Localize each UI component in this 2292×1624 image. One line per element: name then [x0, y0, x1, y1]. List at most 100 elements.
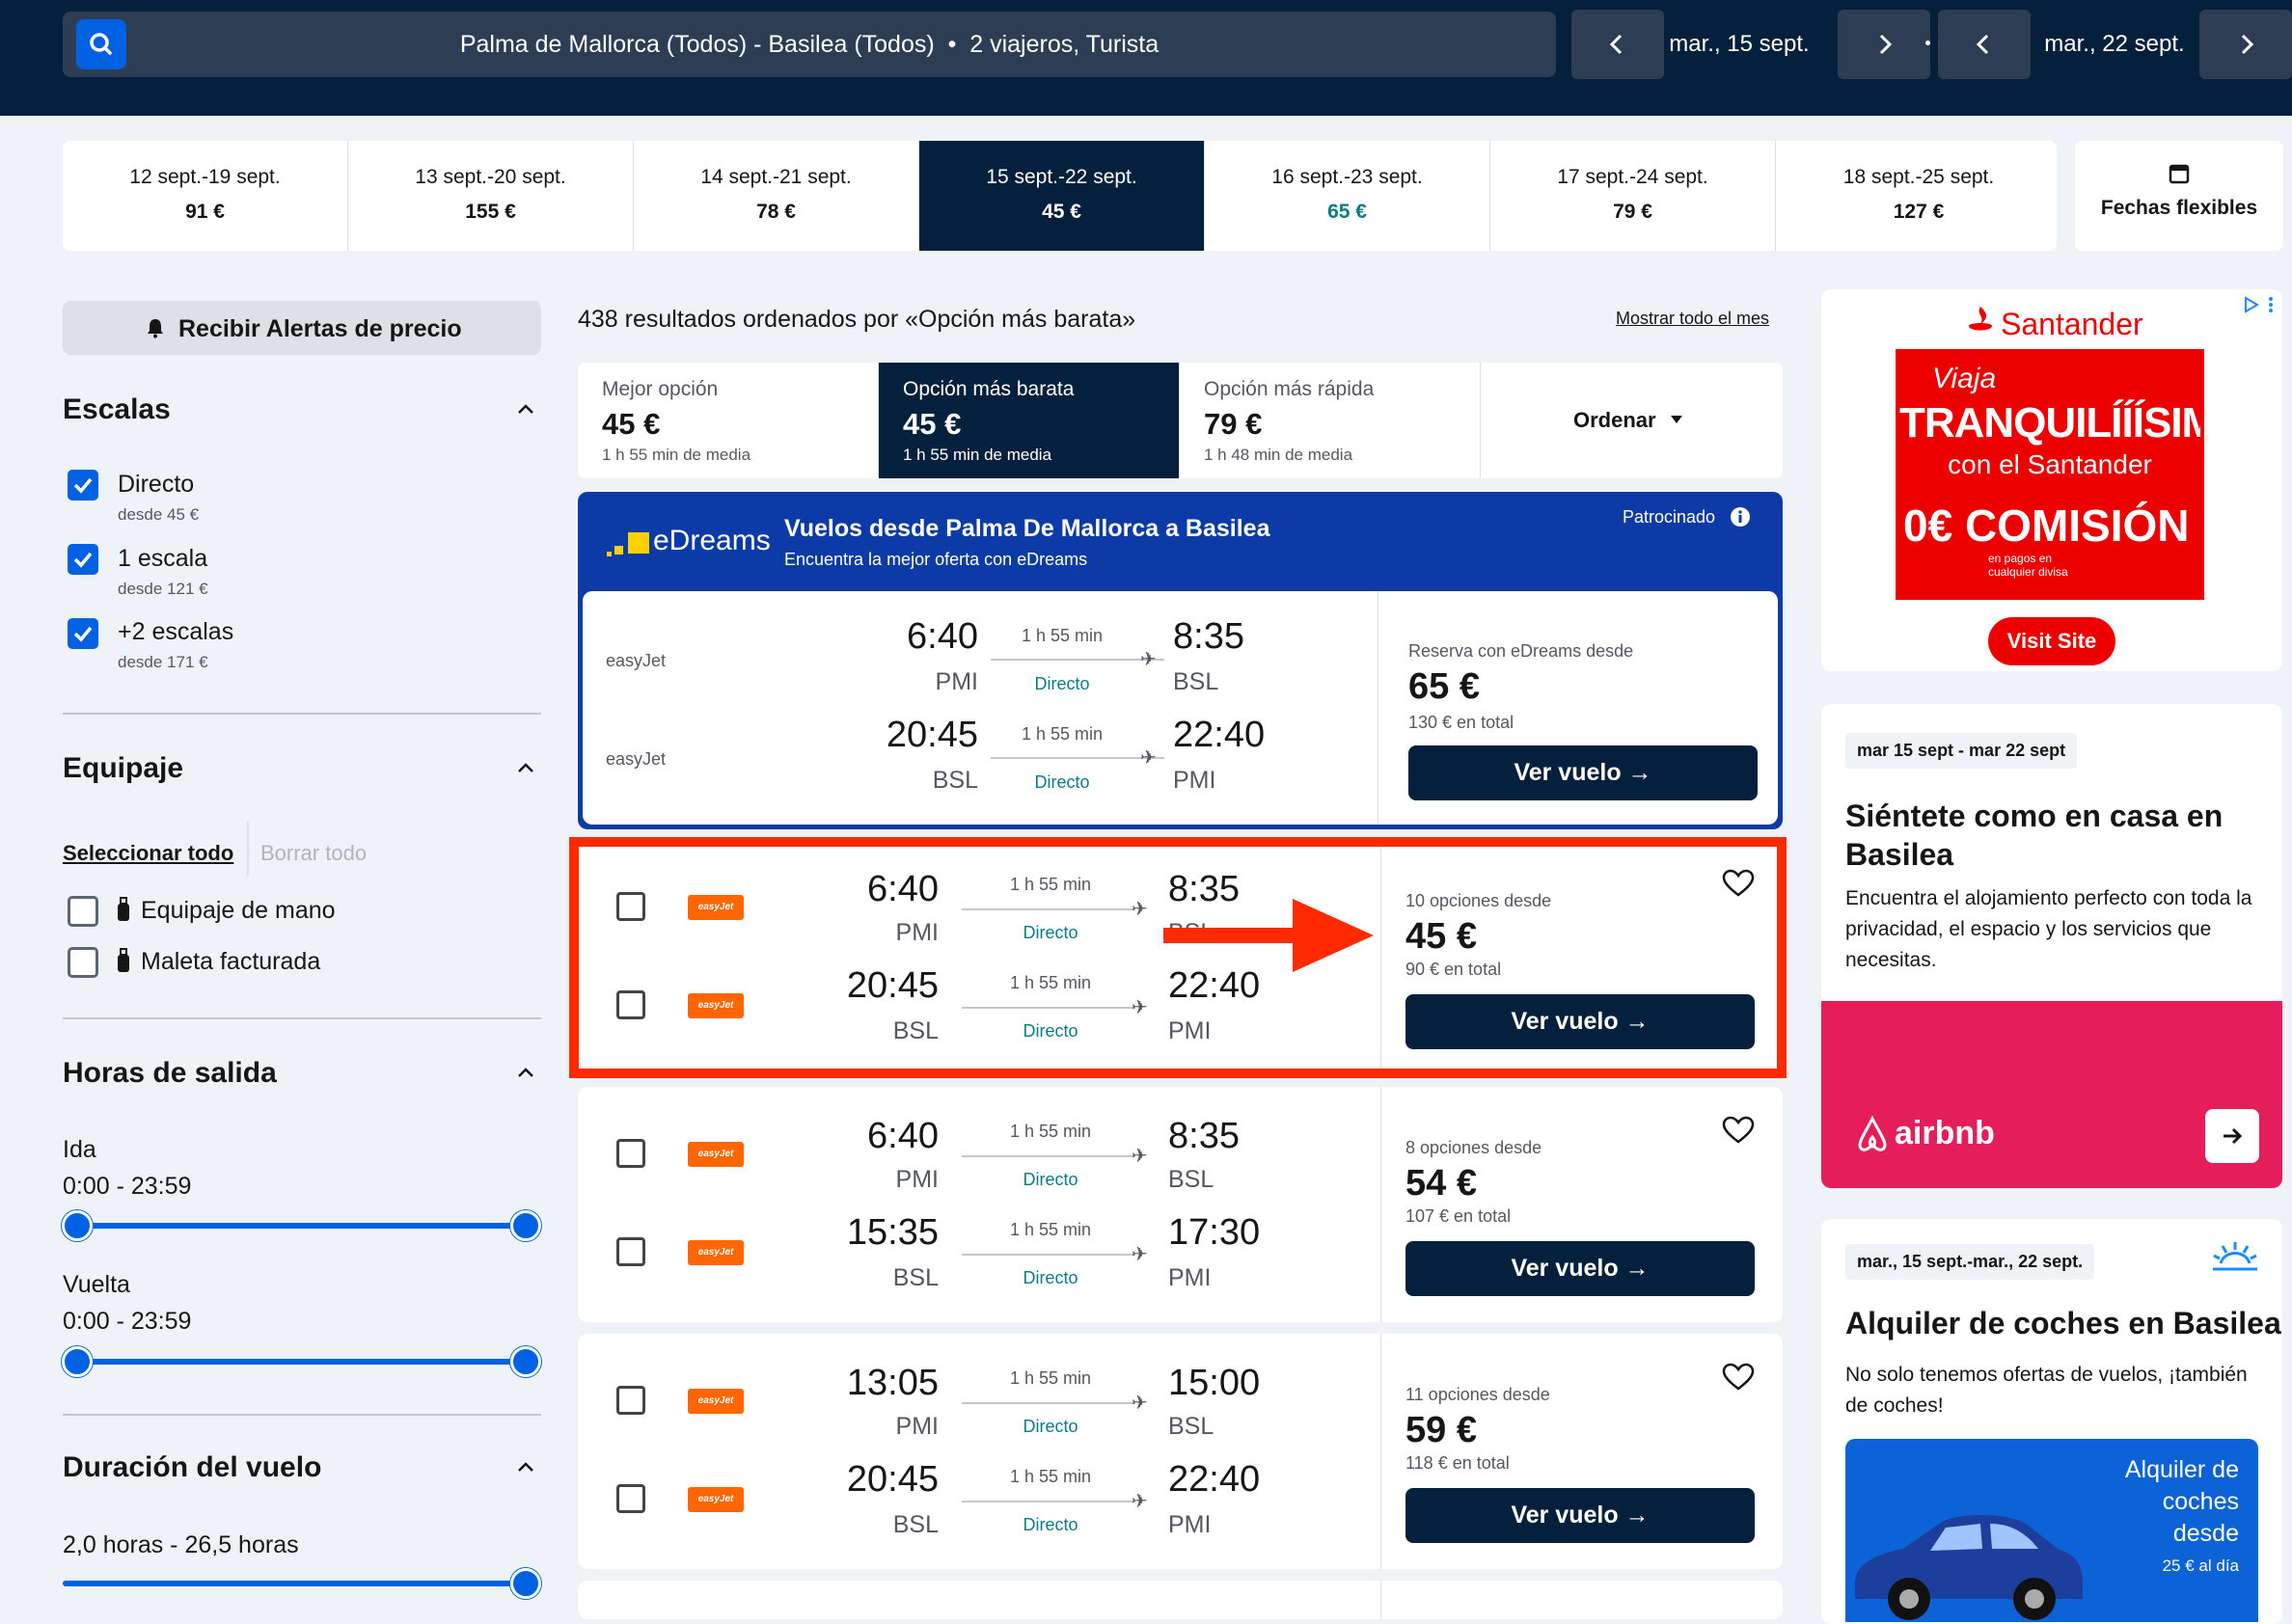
- ad-text: con el Santander: [1948, 449, 2152, 479]
- outbound-slider-max-handle[interactable]: [510, 1210, 541, 1241]
- chevron-up-icon[interactable]: [516, 1066, 535, 1079]
- flight-result-card[interactable]: easyJet easyJet 13:05 PMI 1 h 55 min ✈ D…: [578, 1334, 1783, 1569]
- arr-airport: PMI: [1168, 1511, 1212, 1538]
- stops-two-checkbox[interactable]: [68, 618, 98, 649]
- stops-direct-checkbox[interactable]: [68, 470, 98, 501]
- plane-icon: ✈: [1132, 1146, 1148, 1167]
- compare-checkbox[interactable]: [616, 1237, 645, 1266]
- return-prev-button[interactable]: [1938, 10, 2031, 79]
- date-option[interactable]: 13 sept.-20 sept. 155 €: [348, 141, 634, 251]
- departure-times-title: Horas de salida: [63, 1057, 277, 1089]
- duration: 1 h 55 min: [1021, 626, 1104, 645]
- cabin-bag-checkbox[interactable]: [68, 896, 98, 927]
- price: 65 €: [1408, 666, 1480, 707]
- arrow-annotation: [1163, 899, 1374, 972]
- date-option[interactable]: 12 sept.-19 sept. 91 €: [63, 141, 348, 251]
- edreams-brand: eDreams: [653, 525, 771, 556]
- return-slider-max-handle[interactable]: [510, 1346, 541, 1377]
- visit-site-button[interactable]: Visit Site: [1988, 617, 2115, 665]
- date-option[interactable]: 16 sept.-23 sept. 65 €: [1205, 141, 1490, 251]
- sort-dropdown[interactable]: Ordenar: [1481, 363, 1783, 478]
- chevron-up-icon[interactable]: [516, 761, 535, 774]
- duration-slider-track[interactable]: [63, 1581, 527, 1586]
- direct-label: Directo: [1023, 1170, 1078, 1189]
- arr-airport: PMI: [1173, 767, 1216, 794]
- divider: [63, 1017, 541, 1019]
- check-icon: [73, 626, 93, 642]
- duration-section-title: Duración del vuelo: [63, 1451, 322, 1483]
- flight-result-card[interactable]: easyJet easyJet 6:40 PMI 1 h 55 min ✈ Di…: [578, 1087, 1783, 1322]
- results-summary: 438 resultados ordenados por «Opción más…: [578, 306, 1136, 333]
- outbound-slider-min-handle[interactable]: [62, 1210, 93, 1241]
- tab-best[interactable]: Mejor opción 45 €1 h 55 min de media: [578, 363, 879, 478]
- chevron-up-icon[interactable]: [516, 402, 535, 416]
- return-slider-min-handle[interactable]: [62, 1346, 93, 1377]
- sun-logo-icon: [2213, 1242, 2257, 1271]
- tab-cheapest[interactable]: Opción más barata 45 €1 h 55 min de media: [879, 363, 1180, 478]
- date-option-selected[interactable]: 15 sept.-22 sept. 45 €: [919, 141, 1205, 251]
- return-label: Vuelta: [63, 1271, 130, 1298]
- compare-checkbox[interactable]: [616, 1484, 645, 1513]
- return-date[interactable]: mar., 22 sept.: [2033, 10, 2196, 79]
- date-option[interactable]: 17 sept.-24 sept. 79 €: [1490, 141, 1776, 251]
- sort-tabs: Mejor opción 45 €1 h 55 min de media Opci…: [578, 363, 1783, 478]
- top-bar: Palma de Mallorca (Todos) - Basilea (Tod…: [0, 0, 2292, 116]
- flight-result-card[interactable]: [578, 1581, 1783, 1619]
- duration: 1 h 55 min: [1009, 1220, 1092, 1239]
- arr-time: 17:30: [1168, 1212, 1261, 1253]
- options-count: 8 opciones desde: [1405, 1138, 1542, 1157]
- return-range: 0:00 - 23:59: [63, 1308, 192, 1335]
- easyjet-logo: easyJet: [688, 1240, 744, 1265]
- stops-one-price: desde 121 €: [118, 580, 208, 598]
- airbnb-ad[interactable]: mar 15 sept - mar 22 sept Siéntete como …: [1821, 704, 2282, 1188]
- view-flight-button[interactable]: Ver vuelo →: [1408, 745, 1758, 800]
- total-price: 118 € en total: [1405, 1453, 1510, 1473]
- heart-icon[interactable]: [1722, 1116, 1755, 1145]
- return-next-button[interactable]: [2199, 10, 2292, 79]
- calendar-icon: [2169, 164, 2190, 184]
- select-all-link[interactable]: Seleccionar todo: [63, 841, 233, 866]
- ad-choices-icon[interactable]: [2242, 295, 2277, 314]
- checked-bag-checkbox[interactable]: [68, 947, 98, 978]
- airbnb-banner: airbnb: [1821, 1001, 2282, 1188]
- dep-airport: BSL: [932, 767, 978, 794]
- santander-ad[interactable]: Santander Viaja TRANQUILÍÍÍSIMX con el S…: [1821, 289, 2282, 671]
- airbnb-go-button[interactable]: [2205, 1109, 2259, 1163]
- compare-checkbox[interactable]: [616, 1386, 645, 1415]
- car-rental-ad[interactable]: mar., 15 sept.-mar., 22 sept. Alquiler d…: [1821, 1219, 2282, 1624]
- view-flight-button[interactable]: Ver vuelo →: [1405, 1488, 1755, 1543]
- outbound-slider-track[interactable]: [77, 1223, 527, 1229]
- price: 59 €: [1405, 1410, 1477, 1450]
- divider: [63, 713, 541, 715]
- route-line: [962, 1254, 1135, 1256]
- date-option[interactable]: 14 sept.-21 sept. 78 €: [634, 141, 919, 251]
- heart-icon[interactable]: [1722, 1363, 1755, 1392]
- tab-fastest[interactable]: Opción más rápida 79 €1 h 48 min de media: [1180, 363, 1481, 478]
- depart-next-button[interactable]: [1838, 10, 1930, 79]
- flexible-dates-button[interactable]: Fechas flexibles: [2075, 141, 2283, 251]
- duration-slider-max-handle[interactable]: [510, 1568, 541, 1599]
- show-month-link[interactable]: Mostrar todo el mes: [1616, 309, 1769, 329]
- return-slider-track[interactable]: [77, 1359, 527, 1365]
- search-summary[interactable]: Palma de Mallorca (Todos) - Basilea (Tod…: [63, 12, 1556, 77]
- depart-prev-button[interactable]: [1571, 10, 1664, 79]
- ad-title: Siéntete como en casa en Basilea: [1845, 798, 2224, 872]
- ad-body: No solo tenemos ofertas de vuelos, ¡tamb…: [1845, 1364, 2248, 1417]
- route-line: [962, 1155, 1135, 1157]
- chevron-up-icon[interactable]: [516, 1460, 535, 1474]
- duration: 1 h 55 min: [1009, 1467, 1092, 1486]
- price-alert-button[interactable]: Recibir Alertas de precio: [63, 301, 541, 355]
- compare-checkbox[interactable]: [616, 1139, 645, 1168]
- clear-all-link[interactable]: Borrar todo: [260, 841, 367, 866]
- stops-direct-price: desde 45 €: [118, 505, 200, 524]
- sponsored-card[interactable]: eDreams Vuelos desde Palma De Mallorca a…: [578, 492, 1783, 829]
- depart-date[interactable]: mar., 15 sept.: [1666, 10, 1813, 79]
- stops-one-checkbox[interactable]: [68, 544, 98, 575]
- dep-time: 20:45: [886, 715, 978, 755]
- date-option[interactable]: 18 sept.-25 sept. 127 €: [1776, 141, 2057, 251]
- view-flight-button[interactable]: Ver vuelo →: [1405, 1241, 1755, 1296]
- arr-time: 22:40: [1168, 1459, 1261, 1500]
- info-icon[interactable]: [1730, 506, 1751, 528]
- duration: 1 h 55 min: [1009, 1368, 1092, 1388]
- baggage-section-title: Equipaje: [63, 752, 184, 784]
